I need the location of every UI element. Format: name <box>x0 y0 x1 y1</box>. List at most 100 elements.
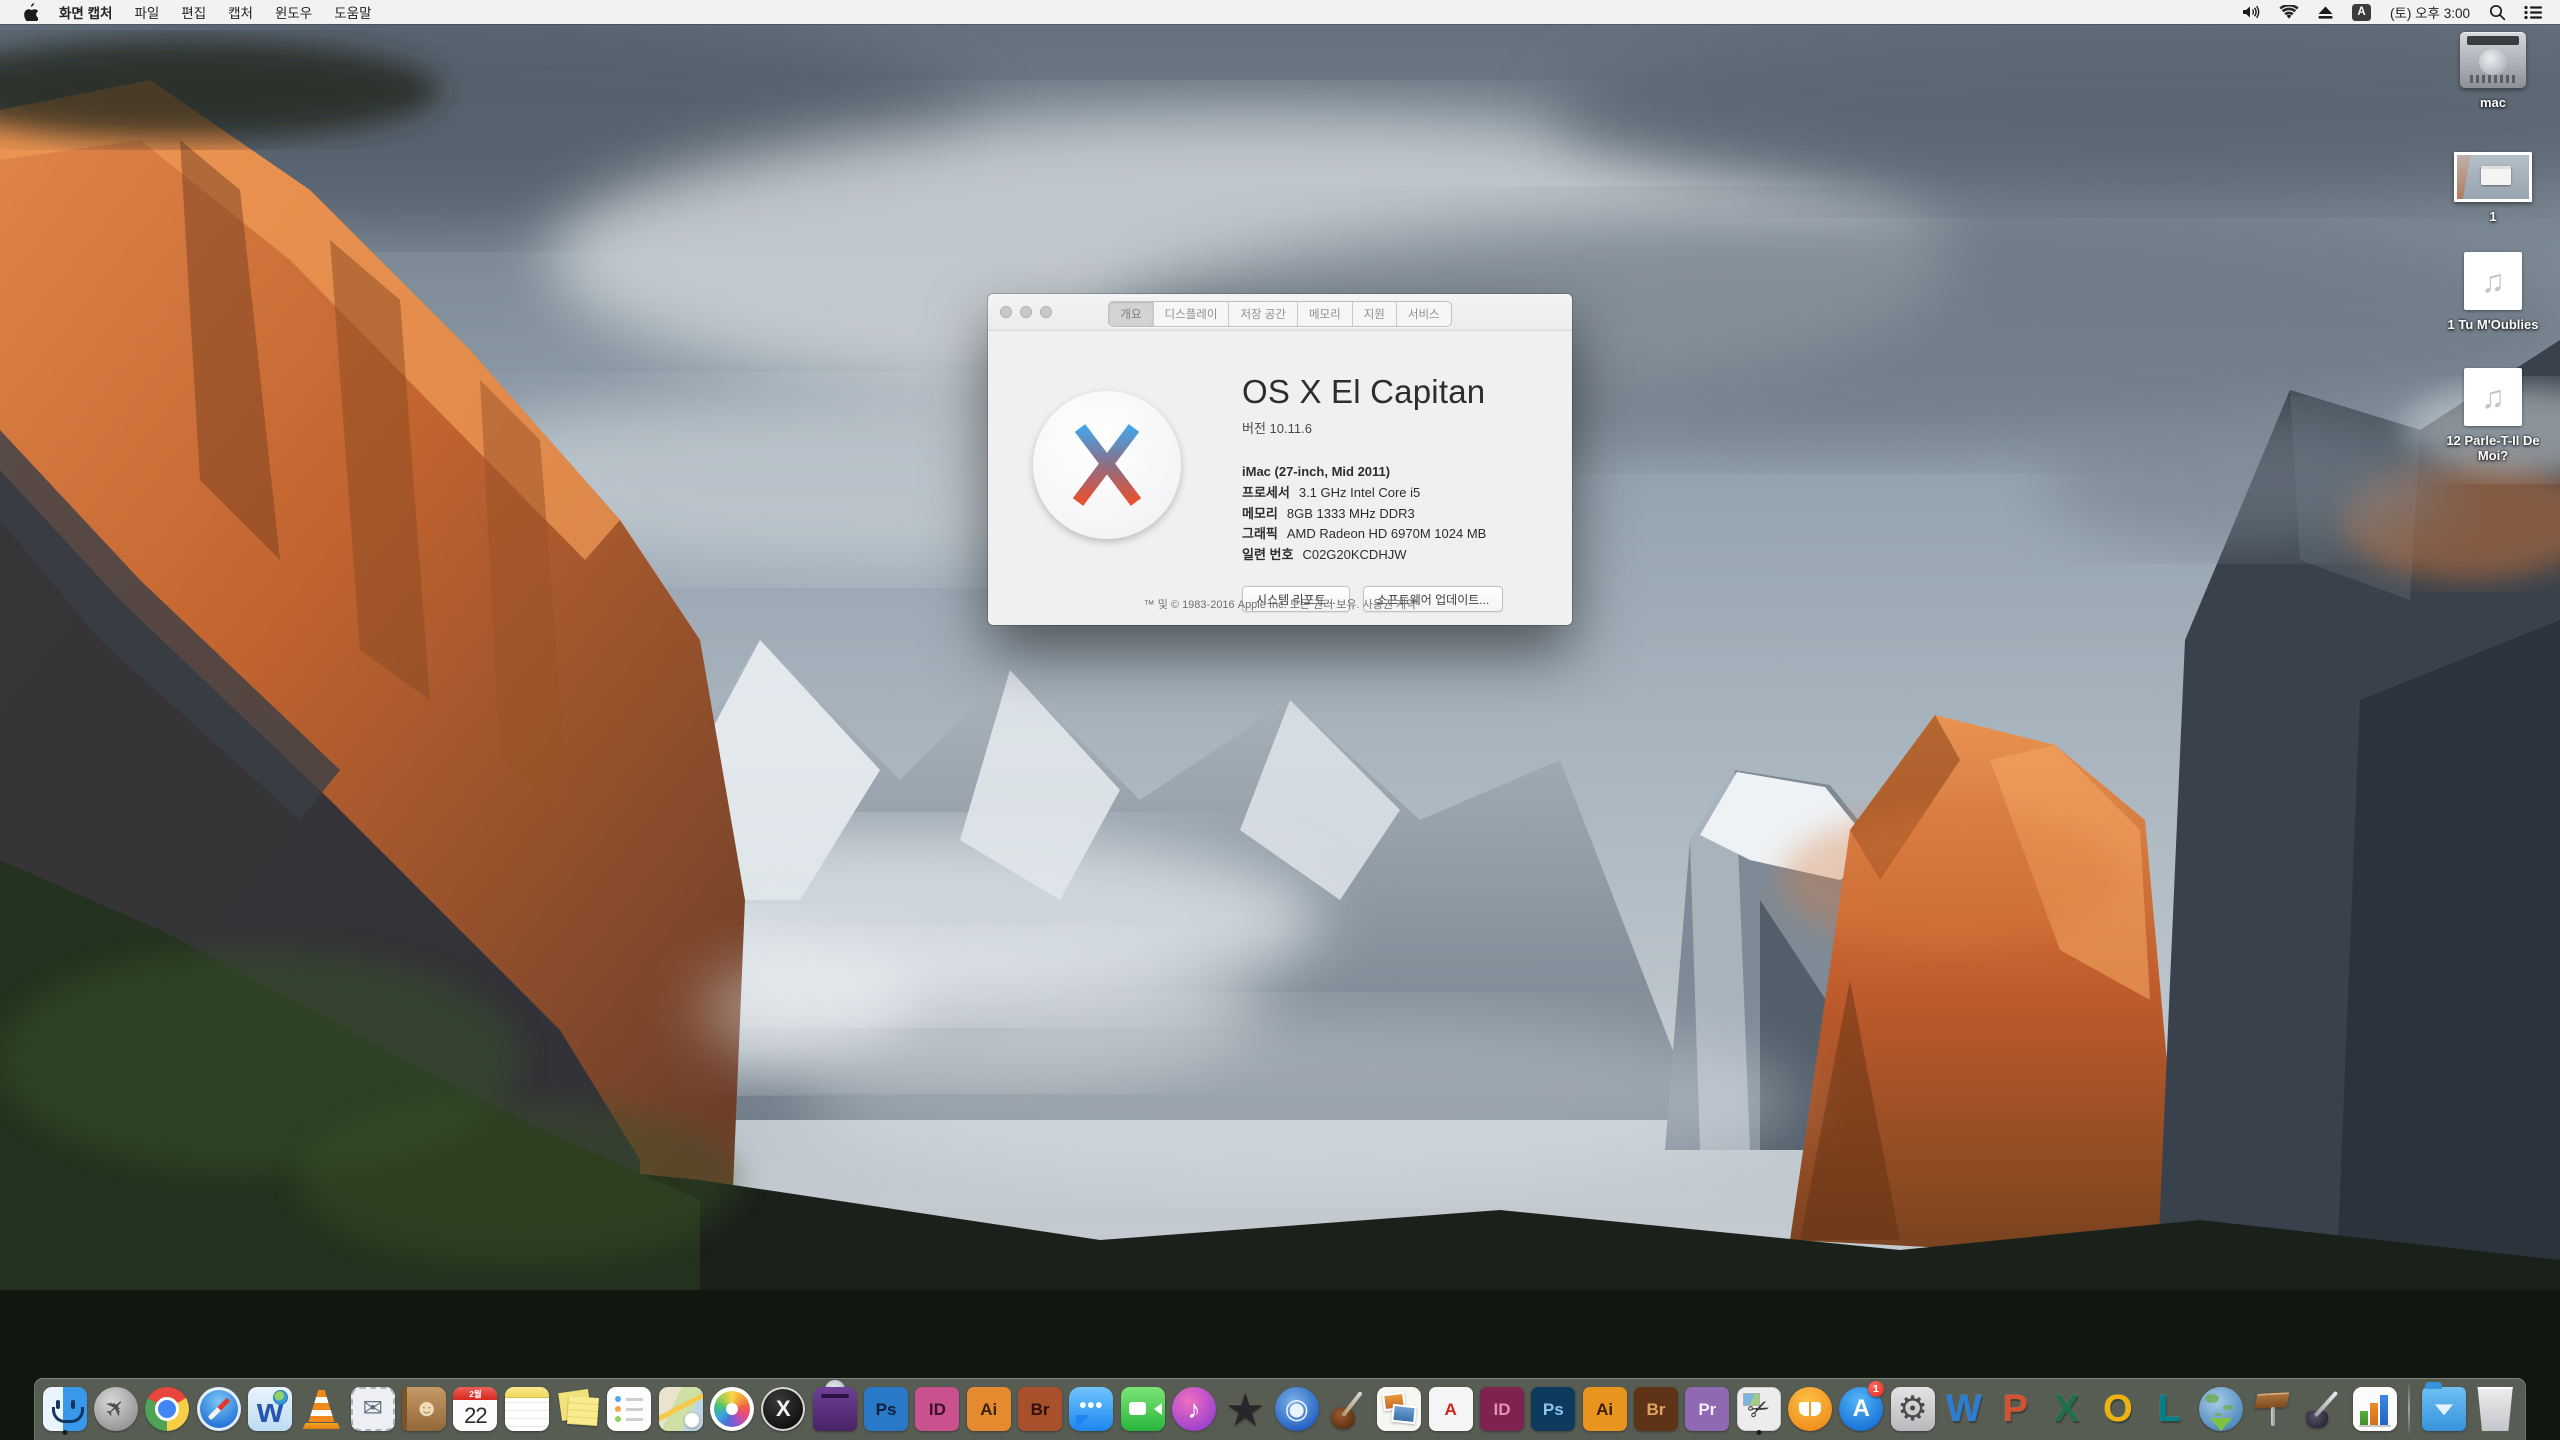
dock-item-outlook[interactable]: O <box>2095 1383 2140 1435</box>
dock-item-system-preferences[interactable]: ⚙ <box>1890 1383 1935 1435</box>
dock-item-bridge-cs6[interactable]: Br <box>1017 1383 1063 1435</box>
desktop-icon-audio-file-1[interactable]: ♫ 1 Tu M'Oublies <box>2428 252 2558 332</box>
x-viewer-icon: X <box>761 1387 806 1431</box>
acrobat-glyph: A <box>1444 1399 1457 1419</box>
dock-item-maps[interactable] <box>658 1383 703 1435</box>
bridge-cs5-icon: Br <box>1633 1387 1678 1431</box>
tab-메모리[interactable]: 메모리 <box>1296 302 1352 326</box>
dock: ✈ w ✉ ☻ 2월 22 X Ps ID Ai Br ••• ♪ ★ ◉ A ID Ps Ai Br Pr ✂ A 1 ⚙ W P… <box>34 1378 2526 1440</box>
dock-item-itunes[interactable]: ♪ <box>1171 1383 1217 1435</box>
dock-item-messages[interactable]: ••• <box>1069 1383 1114 1435</box>
dock-item-facetime[interactable] <box>1120 1383 1165 1435</box>
hard-drive-icon[interactable] <box>2460 32 2526 88</box>
photoshop-cs6-glyph: Ps <box>875 1399 897 1419</box>
window-titlebar[interactable]: 개요 디스플레이 저장 공간 메모리 지원 서비스 <box>988 294 1572 331</box>
dock-item-lync[interactable]: L <box>2147 1383 2192 1435</box>
dock-item-mail[interactable]: ✉ <box>350 1383 395 1435</box>
dock-item-site-downloader[interactable] <box>2198 1383 2243 1435</box>
dock-item-bridge-cs5[interactable]: Br <box>1633 1383 1678 1435</box>
notes-icon <box>504 1387 549 1431</box>
dock-item-illustrator-cs5[interactable]: Ai <box>1582 1383 1627 1435</box>
dock-item-pages[interactable] <box>2301 1383 2346 1435</box>
menu-윈도우[interactable]: 윈도우 <box>264 0 323 24</box>
desktop-icon-hdd-mac[interactable]: mac <box>2428 32 2558 110</box>
dock-item-garageband[interactable] <box>1325 1383 1370 1435</box>
dock-item-keynote[interactable] <box>2249 1383 2294 1435</box>
about-this-mac-window[interactable]: 개요 디스플레이 저장 공간 메모리 지원 서비스 OS X El Capitan <box>988 294 1572 625</box>
site-downloader-icon <box>2198 1387 2243 1431</box>
dock-item-premiere[interactable]: Pr <box>1685 1383 1730 1435</box>
notification-center-icon[interactable] <box>2517 0 2550 24</box>
dock-item-stickies[interactable] <box>555 1383 600 1435</box>
word-glyph: W <box>1946 1388 1982 1430</box>
menu-clock[interactable]: (토) 오후 3:00 <box>2382 2 2478 22</box>
dock-item-notes[interactable] <box>504 1383 549 1435</box>
tab-서비스[interactable]: 서비스 <box>1395 302 1451 326</box>
desktop-icon-image-file-1[interactable]: 1 <box>2428 152 2558 224</box>
grab-screen-capture-icon: ✂ <box>1736 1387 1781 1431</box>
tab-디스플레이[interactable]: 디스플레이 <box>1152 302 1229 326</box>
dock-item-toast[interactable] <box>812 1380 857 1435</box>
dock-item-launchpad[interactable]: ✈ <box>93 1383 139 1435</box>
menu-캡처[interactable]: 캡처 <box>217 0 264 24</box>
idvd-glyph: ◉ <box>1284 1393 1309 1424</box>
w-globe-app-icon: w <box>248 1387 293 1431</box>
dock-item-photoshop-cs5[interactable]: Ps <box>1531 1383 1576 1435</box>
tab-저장 공간[interactable]: 저장 공간 <box>1228 302 1297 326</box>
tab-개요[interactable]: 개요 <box>1109 302 1153 326</box>
menu-화면 캡처[interactable]: 화면 캡처 <box>48 0 123 24</box>
dock-item-indesign-cs6[interactable]: ID <box>915 1383 960 1435</box>
spotlight-icon[interactable] <box>2482 0 2513 24</box>
desktop-icon-audio-file-12[interactable]: ♫ 12 Parle-T-Il De Moi? <box>2428 368 2558 463</box>
dock-item-grab-screen-capture[interactable]: ✂ <box>1736 1383 1781 1435</box>
iphoto-icon <box>1377 1387 1422 1431</box>
excel-icon: X <box>2045 1387 2089 1431</box>
dock-item-trash[interactable] <box>2473 1383 2518 1435</box>
menu-편집[interactable]: 편집 <box>170 0 217 24</box>
mail-glyph: ✉ <box>362 1395 383 1422</box>
dock-item-calendar[interactable]: 2월 22 <box>453 1383 498 1435</box>
dock-item-chrome[interactable] <box>145 1383 190 1435</box>
dock-item-ibooks[interactable] <box>1787 1383 1832 1435</box>
dock-item-photoshop-cs6[interactable]: Ps <box>863 1383 909 1435</box>
dock-item-finder[interactable] <box>42 1383 87 1435</box>
image-file-icon[interactable] <box>2454 152 2532 202</box>
dock-item-acrobat[interactable]: A <box>1428 1383 1473 1435</box>
spec-row: 프로세서 3.1 GHz Intel Core i5 <box>1242 483 1503 504</box>
dock-item-contacts[interactable]: ☻ <box>401 1383 447 1435</box>
notification-badge: 1 <box>1867 1381 1884 1397</box>
wifi-icon[interactable] <box>2272 0 2306 24</box>
input-source-badge: A <box>2351 3 2371 21</box>
dock-item-safari[interactable] <box>196 1383 241 1435</box>
dock-item-imovie[interactable]: ★ <box>1223 1383 1268 1435</box>
eject-icon[interactable] <box>2310 0 2341 24</box>
dock-item-word[interactable]: W <box>1941 1383 1986 1435</box>
dock-item-photos[interactable] <box>709 1383 755 1435</box>
dock-item-x-viewer[interactable]: X <box>761 1383 806 1435</box>
photos-icon <box>710 1387 755 1431</box>
dock-item-downloads-folder[interactable] <box>2421 1382 2466 1435</box>
dock-item-numbers[interactable] <box>2352 1383 2397 1435</box>
tab-지원[interactable]: 지원 <box>1351 302 1396 326</box>
dock-item-iphoto[interactable] <box>1377 1383 1422 1435</box>
vlc-icon <box>299 1387 343 1431</box>
dock-item-idvd[interactable]: ◉ <box>1274 1383 1319 1435</box>
dock-item-illustrator-cs6[interactable]: Ai <box>966 1383 1011 1435</box>
itunes-glyph: ♪ <box>1187 1394 1201 1424</box>
input-source-menu[interactable]: A <box>2345 0 2378 24</box>
photoshop-cs6-icon: Ps <box>864 1387 909 1431</box>
dock-item-w-globe-app[interactable]: w <box>247 1383 293 1435</box>
dock-item-indesign-cs5[interactable]: ID <box>1479 1383 1524 1435</box>
dock-item-excel[interactable]: X <box>2044 1383 2089 1435</box>
audio-file-icon[interactable]: ♫ <box>2464 368 2522 426</box>
volume-icon[interactable] <box>2234 0 2268 24</box>
audio-file-icon[interactable]: ♫ <box>2464 252 2522 310</box>
apple-menu[interactable] <box>12 0 48 24</box>
menu-파일[interactable]: 파일 <box>123 0 170 24</box>
menu-도움말[interactable]: 도움말 <box>323 0 382 24</box>
dock-item-vlc[interactable] <box>299 1383 344 1435</box>
dock-item-powerpoint[interactable]: P <box>1993 1383 2038 1435</box>
dock-item-app-store[interactable]: A1 <box>1839 1381 1884 1435</box>
desktop-screen: 화면 캡처 파일 편집 캡처 윈도우 도움말 A (토) 오후 3:00 mac… <box>0 0 2560 1440</box>
dock-item-reminders[interactable] <box>607 1383 652 1435</box>
